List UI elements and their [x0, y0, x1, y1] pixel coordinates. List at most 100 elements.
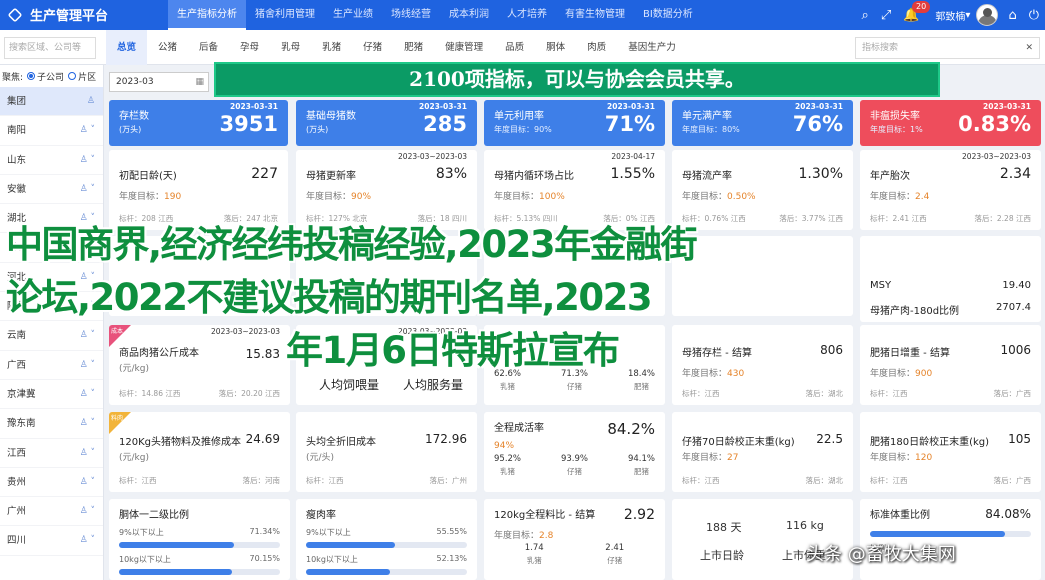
- indicator-card[interactable]: 全程成活率 94% 84.2% 95.2% 乳猪 93.9% 仔猪 94.1% 肥猪: [484, 412, 665, 492]
- sidebar-item[interactable]: 江西 ♙ ˅: [0, 439, 103, 468]
- sidebar-item[interactable]: 湖北 ♙ ˅: [0, 204, 103, 234]
- card-footer: 标杆：0.76% 江西 落后：3.77% 江西: [682, 213, 843, 224]
- sidebar-item[interactable]: 集团 ♙: [0, 87, 103, 117]
- sidebar-item[interactable]: 辽宁 ♙ ˅: [0, 233, 103, 263]
- category-tab[interactable]: 孕母: [229, 30, 270, 65]
- indicator-card[interactable]: 2023-03~2023-03 年产胎次 年度目标：2.4 2.34 标杆：2.41 江…: [860, 150, 1041, 230]
- sidebar-item-label: 陕北: [7, 301, 27, 313]
- category-tab[interactable]: 乳母: [270, 30, 311, 65]
- target-value: 94%: [494, 441, 515, 451]
- category-tab[interactable]: 胴体: [535, 30, 576, 65]
- indicator-card[interactable]: [296, 236, 477, 316]
- nav-tab[interactable]: 人才培养: [498, 0, 556, 30]
- stage-breakdown: 95.2% 乳猪 93.9% 仔猪 94.1% 肥猪: [494, 454, 655, 477]
- ratio-card[interactable]: 胴体一二级比例 9%以下以上 71.34% 10kg以下以上 70.15%: [109, 499, 290, 580]
- nav-tab[interactable]: 成本利润: [440, 0, 498, 30]
- ratio-card[interactable]: 瘦肉率 9%以下以上 55.55% 10kg以下以上 52.13%: [296, 499, 477, 580]
- benchmark-text: 标杆：江西: [119, 476, 157, 485]
- sidebar-item-label: 山东: [7, 154, 27, 166]
- category-tab[interactable]: 品质: [494, 30, 535, 65]
- per-capita-service-label: 人均服务量: [403, 378, 464, 392]
- top-actions: ⌕ ⤢ 🔔 郭致楠 ▾ ⌂ ⏻: [856, 0, 1045, 30]
- nav-tab[interactable]: 场线经营: [382, 0, 440, 30]
- close-icon[interactable]: ✕: [1025, 38, 1033, 58]
- indicator-card[interactable]: 120kg全程料比 - 结算 年度目标：2.8 2.92 1.74 乳猪 2.41…: [484, 499, 665, 580]
- metric-value: 2707.4: [996, 302, 1031, 313]
- home-icon[interactable]: ⌂: [1008, 8, 1016, 23]
- target-label: 年度目标：: [870, 453, 916, 463]
- fullscreen-icon[interactable]: ⤢: [881, 8, 891, 23]
- category-tab[interactable]: 肥猪: [393, 30, 434, 65]
- sidebar-item[interactable]: 云南 ♙ ˅: [0, 321, 103, 351]
- sidebar-item[interactable]: 安徽 ♙ ˅: [0, 175, 103, 205]
- indicator-card[interactable]: 成本 2023-03~2023-03 商品肉猪公斤成本 (元/kg) 15.83…: [109, 325, 290, 405]
- category-tab[interactable]: 基因生产力: [617, 30, 687, 65]
- region-search-input[interactable]: 搜索区域、公司等: [4, 37, 96, 59]
- indicator-card[interactable]: 母猪存栏 - 结算 年度目标：430 806 标杆：江西 落后：湖北: [672, 325, 853, 405]
- sidebar-item[interactable]: 京津冀 ♙ ˅: [0, 380, 103, 410]
- app-logo[interactable]: 生产管理平台: [7, 5, 108, 24]
- target-label: 年度目标：: [306, 192, 352, 202]
- sidebar-item[interactable]: 山东 ♙ ˅: [0, 146, 103, 175]
- category-tab[interactable]: 后备: [188, 30, 229, 65]
- kpi-card[interactable]: 2023-03-31 单元满产率 年度目标：80% 76%: [672, 100, 853, 146]
- category-tab[interactable]: 仔猪: [352, 30, 393, 65]
- indicator-card[interactable]: 仔猪70日龄校正末重(kg) 年度目标：27 22.5 标杆：江西 落后：湖北: [672, 412, 853, 492]
- nav-tab[interactable]: 生产业绩: [324, 0, 382, 30]
- card-date: 2023-03~2023-03: [398, 327, 467, 336]
- indicator-card[interactable]: 母猪流产率 年度目标：0.50% 1.30% 标杆：0.76% 江西 落后：3.77% …: [672, 150, 853, 230]
- indicator-search-input[interactable]: 指标搜索 ✕: [855, 37, 1040, 59]
- indicator-card[interactable]: 肥猪180日龄校正末重(kg) 年度目标：120 105 标杆：江西 落后：广西: [860, 412, 1041, 492]
- card-unit: (元/kg): [119, 364, 149, 374]
- kpi-card[interactable]: 2023-03-31 存栏数 (万头) 3951: [109, 100, 288, 146]
- indicator-card[interactable]: [484, 236, 665, 316]
- target-value: 900: [915, 369, 933, 379]
- power-icon[interactable]: ⏻: [1029, 8, 1039, 23]
- category-tab[interactable]: 总览: [106, 30, 148, 65]
- sidebar-item[interactable]: 豫东南 ♙ ˅: [0, 409, 103, 439]
- card-footer: 标杆：江西 落后：河南: [119, 475, 280, 486]
- sidebar-item[interactable]: 四川 ♙ ˅: [0, 526, 103, 556]
- category-tab[interactable]: 健康管理: [434, 30, 494, 65]
- stage-label: 乳猪: [500, 382, 515, 391]
- indicator-card[interactable]: 初配日龄(天) 年度目标：190 227 标杆：208 江西 落后：247 北京: [109, 150, 288, 230]
- nav-tab[interactable]: 猪舍利用管理: [246, 0, 324, 30]
- sidebar-item[interactable]: 贵州 ♙ ˅: [0, 468, 103, 498]
- kpi-card[interactable]: 2023-03-31 基础母猪数 (万头) 285: [296, 100, 477, 146]
- indicator-card[interactable]: 肥猪日增重 - 结算 年度目标：900 1006 标杆：江西 落后：广西: [860, 325, 1041, 405]
- category-tab[interactable]: 乳猪: [311, 30, 352, 65]
- user-menu[interactable]: 郭致楠 ▾: [935, 4, 999, 26]
- nav-tab[interactable]: BI数据分析: [634, 0, 702, 30]
- indicator-card[interactable]: [672, 236, 853, 316]
- radio-area[interactable]: [68, 72, 77, 80]
- search-icon[interactable]: ⌕: [862, 8, 869, 23]
- sidebar-item[interactable]: 南阳 ♙ ˅: [0, 116, 103, 146]
- category-tab[interactable]: 公猪: [147, 30, 188, 65]
- progress-percent: 71.34%: [249, 527, 280, 536]
- stage-label: 肥猪: [633, 382, 649, 391]
- lagging-text: 落后：广西: [993, 389, 1032, 398]
- sidebar-item[interactable]: 陕北 ♙ ˅: [0, 292, 103, 322]
- sidebar-item[interactable]: 河北 ♙ ˅: [0, 263, 103, 293]
- market-age-label: 上市日龄: [700, 549, 744, 562]
- kpi-card[interactable]: 2023-03-31 单元利用率 年度目标：90% 71%: [484, 100, 665, 146]
- stage-value: 93.9%: [560, 454, 588, 464]
- unit-text: (kg): [774, 437, 795, 448]
- sidebar-item[interactable]: 广西 ♙ ˅: [0, 351, 103, 380]
- category-tab[interactable]: 肉质: [576, 30, 617, 65]
- indicator-card[interactable]: 62.6% 乳猪 71.3% 仔猪 18.4% 肥猪: [484, 325, 665, 405]
- indicator-card[interactable]: MSY 19.40 母猪产肉-180d比例 2707.4: [860, 236, 1041, 322]
- indicator-card[interactable]: [109, 236, 290, 316]
- date-picker[interactable]: 2023-03 ▦: [109, 72, 209, 92]
- indicator-card[interactable]: 头均全折旧成本 (元/头) 172.96 标杆：江西 落后：广州: [296, 412, 477, 492]
- kpi-card[interactable]: 2023-03-31 非瘟损失率 年度目标：1% 0.83%: [860, 100, 1041, 146]
- progress-fill: [306, 569, 390, 575]
- indicator-card[interactable]: 2023-03~2023-03: [296, 325, 477, 405]
- nav-tab[interactable]: 生产指标分析: [168, 0, 246, 30]
- indicator-card[interactable]: 2023-03~2023-03 母猪更新率 年度目标：90% 83% 标杆：127% 北…: [296, 150, 477, 230]
- indicator-card[interactable]: 2023-04-17 母猪内循环场占比 年度目标：100% 1.55% 标杆：5.13%…: [484, 150, 665, 230]
- indicator-card[interactable]: 料肉 120Kg头猪物料及推修成本 (元/kg) 24.69 标杆：江西 落后：河…: [109, 412, 290, 492]
- sidebar-item[interactable]: 广州 ♙ ˅: [0, 497, 103, 527]
- radio-subcompany[interactable]: [27, 72, 36, 80]
- nav-tab[interactable]: 有害生物管理: [556, 0, 634, 30]
